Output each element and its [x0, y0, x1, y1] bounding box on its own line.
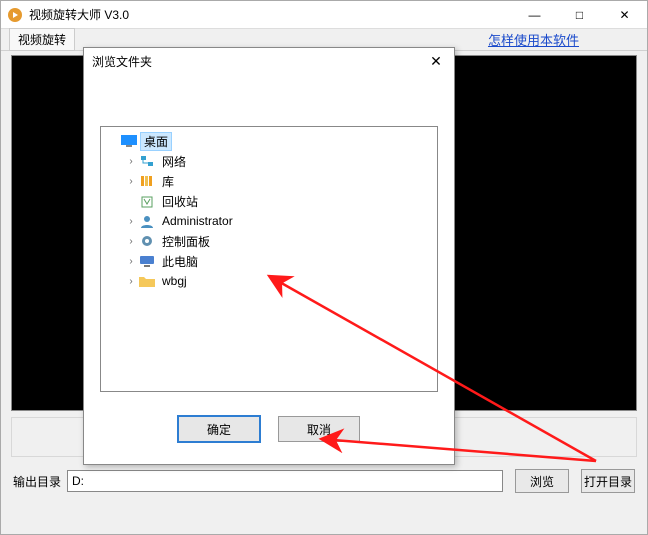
dialog-titlebar: 浏览文件夹 ✕	[84, 48, 454, 76]
tree-item-label: 网络	[159, 153, 189, 170]
output-dir-input[interactable]	[67, 470, 503, 492]
desktop-icon	[121, 133, 137, 149]
tree-item[interactable]: ›库	[103, 171, 435, 191]
tree-item-label: 回收站	[159, 193, 201, 210]
tree-item[interactable]: › Administrator	[103, 211, 435, 231]
recycle-icon	[139, 193, 155, 209]
tree-item[interactable]: › wbgj	[103, 271, 435, 291]
dialog-title: 浏览文件夹	[92, 53, 426, 70]
main-window: 视频旋转大师 V3.0 — □ ✕ 视频旋转 怎样使用本软件 输出目录 浏览 打…	[0, 0, 648, 535]
close-button[interactable]: ✕	[602, 1, 647, 28]
browse-button[interactable]: 浏览	[515, 469, 569, 493]
folder-tree[interactable]: 桌面›网络›库回收站›Administrator›控制面板›此电脑›wbgj	[100, 126, 438, 392]
expander-icon[interactable]: ›	[125, 156, 137, 167]
expander-icon[interactable]: ›	[125, 216, 137, 227]
menu-video-rotate[interactable]: 视频旋转	[9, 28, 75, 51]
tree-item-label: 桌面	[141, 133, 171, 150]
bottom-bar: 输出目录 浏览 打开目录	[5, 463, 643, 499]
expander-icon[interactable]: ›	[125, 256, 137, 267]
library-icon	[139, 173, 155, 189]
pc-icon	[139, 253, 155, 269]
tree-item[interactable]: › 网络	[103, 151, 435, 171]
expander-icon[interactable]: ›	[125, 236, 137, 247]
expander-icon[interactable]: ›	[125, 276, 137, 287]
control-icon	[139, 233, 155, 249]
tree-item[interactable]: › 控制面板	[103, 231, 435, 251]
user-icon	[139, 213, 155, 229]
window-title: 视频旋转大师 V3.0	[29, 6, 512, 23]
tree-item-label: wbgj	[159, 274, 190, 288]
folder-icon	[139, 273, 155, 289]
tree-item[interactable]: › 此电脑	[103, 251, 435, 271]
dialog-buttons: 确定 取消	[84, 416, 454, 442]
cancel-button[interactable]: 取消	[278, 416, 360, 442]
browse-folder-dialog: 浏览文件夹 ✕ 桌面›网络›库回收站›Administrator›控制面板›此电…	[83, 47, 455, 465]
titlebar: 视频旋转大师 V3.0 — □ ✕	[1, 1, 647, 29]
network-icon	[139, 153, 155, 169]
tree-item-label: 控制面板	[159, 233, 213, 250]
output-dir-label: 输出目录	[13, 473, 61, 490]
tree-item-label: 库	[159, 173, 177, 190]
help-link[interactable]: 怎样使用本软件	[488, 30, 639, 49]
app-icon	[7, 7, 23, 23]
minimize-button[interactable]: —	[512, 1, 557, 28]
maximize-button[interactable]: □	[557, 1, 602, 28]
window-controls: — □ ✕	[512, 1, 647, 28]
ok-button[interactable]: 确定	[178, 416, 260, 442]
tree-item-label: Administrator	[159, 214, 236, 228]
tree-item[interactable]: 桌面	[103, 131, 435, 151]
dialog-close-button[interactable]: ✕	[426, 53, 446, 70]
open-dir-button[interactable]: 打开目录	[581, 469, 635, 493]
expander-icon[interactable]: ›	[125, 176, 137, 187]
tree-item-label: 此电脑	[159, 253, 201, 270]
tree-item[interactable]: 回收站	[103, 191, 435, 211]
